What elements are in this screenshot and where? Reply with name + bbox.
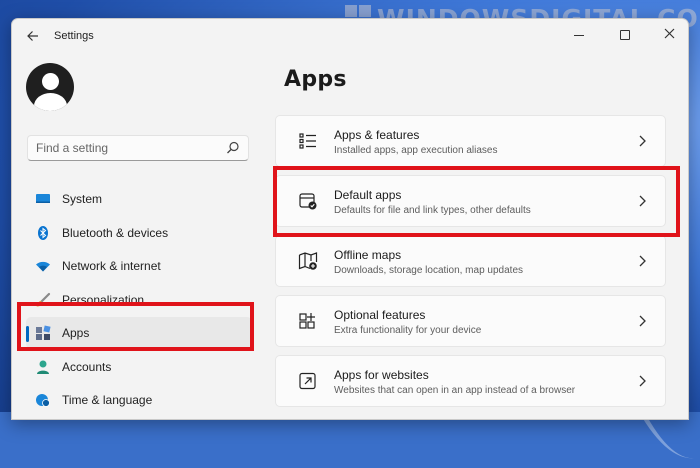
card-offline-maps[interactable]: Offline maps Downloads, storage location…	[275, 235, 666, 287]
chevron-right-icon	[639, 375, 646, 387]
card-default-apps[interactable]: Default apps Defaults for file and link …	[275, 175, 666, 227]
sidebar-item-label: Bluetooth & devices	[62, 225, 169, 240]
sidebar-item-label: Network & internet	[62, 259, 161, 273]
card-description: Installed apps, app execution aliases	[334, 145, 498, 156]
sidebar-item-label: Accounts	[62, 359, 112, 374]
card-title: Optional features	[334, 308, 426, 322]
sidebar-item-network[interactable]: Network & internet	[26, 250, 252, 282]
list-icon	[299, 133, 316, 149]
close-button[interactable]	[654, 21, 684, 47]
back-button[interactable]	[22, 26, 44, 46]
minimize-button[interactable]	[564, 21, 594, 47]
minimize-icon	[574, 34, 584, 36]
chevron-right-icon	[639, 195, 646, 207]
sidebar-nav: System Bluetooth & devices Network & int…	[26, 183, 252, 418]
search-icon[interactable]	[226, 141, 240, 155]
search-input[interactable]	[28, 136, 226, 160]
maximize-button[interactable]	[610, 21, 640, 47]
map-icon	[298, 252, 318, 270]
chevron-right-icon	[639, 255, 646, 267]
chevron-right-icon	[639, 315, 646, 327]
page-title: Apps	[284, 67, 347, 92]
sidebar-item-apps[interactable]: Apps	[26, 317, 252, 349]
settings-window: Settings System	[11, 18, 689, 420]
card-description: Downloads, storage location, map updates	[334, 265, 524, 276]
chevron-right-icon	[639, 135, 646, 147]
sidebar-item-time-language[interactable]: Time & language	[26, 384, 252, 416]
card-title: Apps & features	[334, 128, 420, 142]
sidebar-item-personalization[interactable]: Personalization	[26, 284, 252, 316]
active-indicator	[26, 326, 29, 342]
window-title: Settings	[54, 30, 94, 42]
monitor-icon	[36, 194, 50, 203]
arrow-left-icon	[27, 31, 38, 41]
card-title: Default apps	[334, 188, 402, 202]
wifi-icon	[36, 261, 50, 272]
brush-icon	[36, 292, 51, 306]
maximize-icon	[620, 30, 630, 41]
bluetooth-icon	[38, 225, 48, 240]
sidebar-item-label: Time & language	[62, 393, 153, 407]
apps-icon	[36, 325, 51, 340]
avatar[interactable]	[26, 63, 74, 111]
open-in-app-icon	[299, 372, 316, 390]
search-box[interactable]	[27, 135, 249, 161]
title-bar: Settings	[12, 19, 688, 53]
sidebar-item-system[interactable]: System	[26, 183, 252, 215]
sidebar-item-bluetooth[interactable]: Bluetooth & devices	[26, 217, 252, 249]
card-optional-features[interactable]: Optional features Extra functionality fo…	[275, 295, 666, 347]
add-grid-icon	[299, 313, 315, 329]
sidebar-item-label: System	[62, 192, 103, 206]
person-icon	[37, 360, 49, 374]
card-title: Offline maps	[334, 248, 402, 262]
settings-card-list: Apps & features Installed apps, app exec…	[275, 115, 666, 415]
globe-clock-icon	[36, 394, 50, 407]
close-icon	[664, 28, 674, 39]
card-description: Defaults for file and link types, other …	[334, 205, 531, 216]
sidebar-item-accounts[interactable]: Accounts	[26, 351, 252, 383]
card-apps-features[interactable]: Apps & features Installed apps, app exec…	[275, 115, 666, 167]
avatar-head	[42, 73, 59, 90]
sidebar-item-label: Apps	[62, 326, 90, 340]
card-apps-for-websites[interactable]: Apps for websites Websites that can open…	[275, 355, 666, 407]
card-description: Websites that can open in an app instead…	[334, 385, 576, 396]
sidebar-item-label: Personalization	[62, 292, 145, 307]
avatar-body	[34, 93, 67, 111]
card-description: Extra functionality for your device	[334, 325, 482, 336]
default-apps-icon	[299, 193, 317, 210]
card-title: Apps for websites	[334, 368, 429, 382]
